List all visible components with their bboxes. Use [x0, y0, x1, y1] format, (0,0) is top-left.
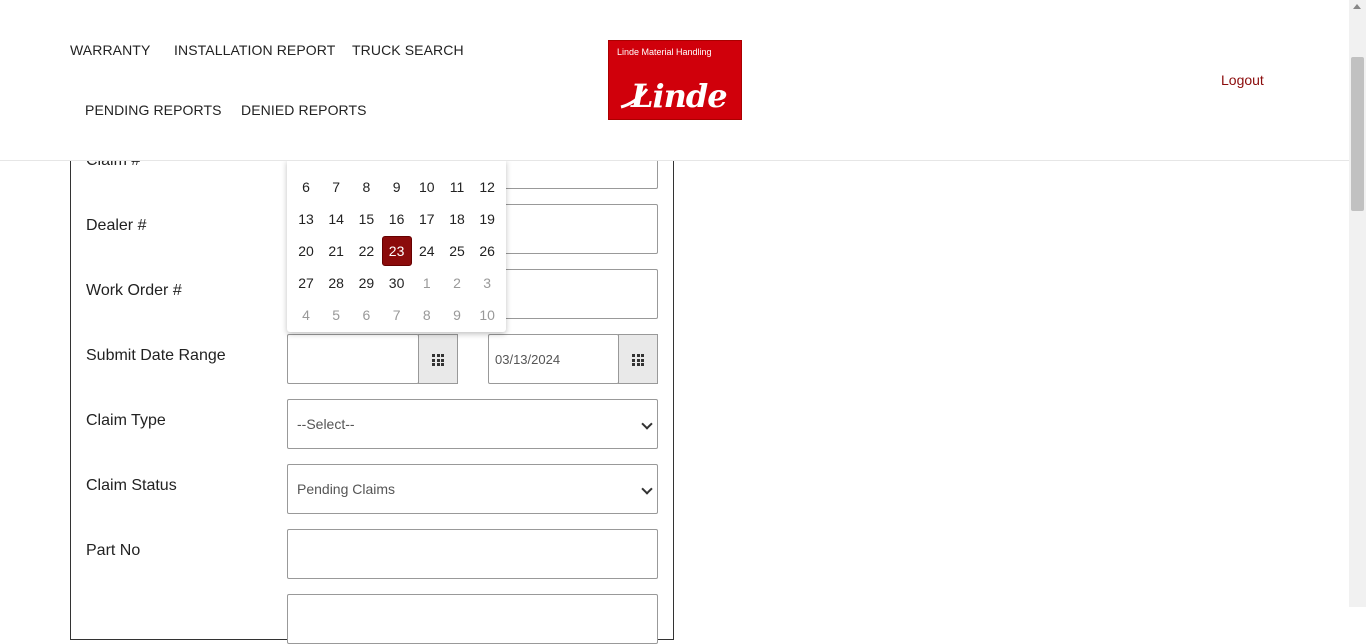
claim-status-label: Claim Status	[86, 477, 177, 494]
logo-tagline: Linde Material Handling	[617, 47, 712, 57]
work-order-label: Work Order #	[86, 282, 182, 299]
nav-denied-reports[interactable]: DENIED REPORTS	[241, 102, 367, 118]
calendar-week-row: 20 21 22 23 24 25 26	[291, 236, 503, 266]
part-no-input[interactable]	[287, 529, 658, 579]
nav-warranty[interactable]: WARRANTY	[70, 42, 150, 58]
claim-type-selected-value: --Select--	[297, 416, 355, 432]
site-header: WARRANTY INSTALLATION REPORT TRUCK SEARC…	[0, 0, 1349, 161]
calendar-day[interactable]: 8	[412, 300, 442, 330]
nav-installation-report[interactable]: INSTALLATION REPORT	[174, 42, 335, 58]
calendar-week-row: 13 14 15 16 17 18 19	[291, 204, 503, 234]
part-no-label: Part No	[86, 542, 141, 559]
page-scrollbar[interactable]	[1349, 0, 1366, 607]
date-to-calendar-button[interactable]	[618, 334, 658, 384]
date-picker-popup: 6 7 8 9 10 11 12 13 14 15 16 17 18 19 20 21 22 23 24 25 26 27…	[287, 160, 506, 332]
calendar-day[interactable]: 8	[351, 172, 381, 202]
claim-type-label: Claim Type	[86, 412, 166, 429]
calendar-day[interactable]: 9	[442, 300, 472, 330]
linde-logo[interactable]: Linde Material Handling Linde	[608, 40, 742, 120]
calendar-day-selected[interactable]: 23	[381, 236, 412, 266]
calendar-day[interactable]: 26	[472, 236, 502, 266]
calendar-day[interactable]: 1	[412, 268, 442, 298]
calendar-day[interactable]: 15	[351, 204, 381, 234]
calendar-day[interactable]: 7	[321, 172, 351, 202]
calendar-day[interactable]: 30	[382, 268, 412, 298]
calendar-day[interactable]: 12	[472, 172, 502, 202]
calendar-day[interactable]: 9	[382, 172, 412, 202]
nav-truck-search[interactable]: TRUCK SEARCH	[352, 42, 464, 58]
logout-link[interactable]: Logout	[1221, 72, 1264, 88]
calendar-day[interactable]: 25	[442, 236, 472, 266]
calendar-day[interactable]: 5	[321, 300, 351, 330]
calendar-day[interactable]: 19	[472, 204, 502, 234]
calendar-day[interactable]: 4	[291, 300, 321, 330]
calendar-week-row: 27 28 29 30 1 2 3	[291, 268, 503, 298]
calendar-day[interactable]: 10	[472, 300, 502, 330]
dealer-label: Dealer #	[86, 217, 147, 234]
chevron-down-icon	[641, 418, 653, 430]
calendar-day[interactable]: 22	[351, 236, 381, 266]
claim-status-select[interactable]: Pending Claims	[287, 464, 658, 514]
scroll-thumb[interactable]	[1351, 57, 1364, 211]
date-from-calendar-button[interactable]	[418, 334, 458, 384]
scroll-up-arrow-icon[interactable]	[1353, 4, 1361, 9]
grid-icon	[632, 354, 644, 366]
calendar-day[interactable]: 6	[351, 300, 381, 330]
calendar-day[interactable]: 6	[291, 172, 321, 202]
nav-pending-reports[interactable]: PENDING REPORTS	[85, 102, 222, 118]
calendar-day[interactable]: 20	[291, 236, 321, 266]
calendar-day[interactable]: 18	[442, 204, 472, 234]
calendar-day[interactable]: 2	[442, 268, 472, 298]
calendar-day[interactable]: 16	[382, 204, 412, 234]
calendar-day[interactable]: 27	[291, 268, 321, 298]
submit-date-range-label: Submit Date Range	[86, 347, 226, 364]
calendar-day[interactable]: 13	[291, 204, 321, 234]
next-field-input[interactable]	[287, 594, 658, 644]
calendar-week-row: 4 5 6 7 8 9 10	[291, 300, 503, 330]
calendar-day[interactable]: 3	[472, 268, 502, 298]
logo-wordmark: Linde	[631, 77, 728, 115]
calendar-day[interactable]: 29	[351, 268, 381, 298]
claim-status-selected-value: Pending Claims	[297, 481, 396, 497]
date-from-input[interactable]	[287, 334, 419, 384]
calendar-day[interactable]: 24	[412, 236, 442, 266]
grid-icon	[432, 354, 444, 366]
calendar-week-row: 6 7 8 9 10 11 12	[291, 172, 503, 202]
calendar-day[interactable]: 17	[412, 204, 442, 234]
calendar-day[interactable]: 28	[321, 268, 351, 298]
calendar-day[interactable]: 21	[321, 236, 351, 266]
calendar-day[interactable]: 7	[382, 300, 412, 330]
date-to-input[interactable]	[488, 334, 619, 384]
claim-type-select[interactable]: --Select--	[287, 399, 658, 449]
calendar-day[interactable]: 14	[321, 204, 351, 234]
chevron-down-icon	[641, 483, 653, 495]
calendar-day[interactable]: 10	[412, 172, 442, 202]
calendar-day[interactable]: 11	[442, 172, 472, 202]
